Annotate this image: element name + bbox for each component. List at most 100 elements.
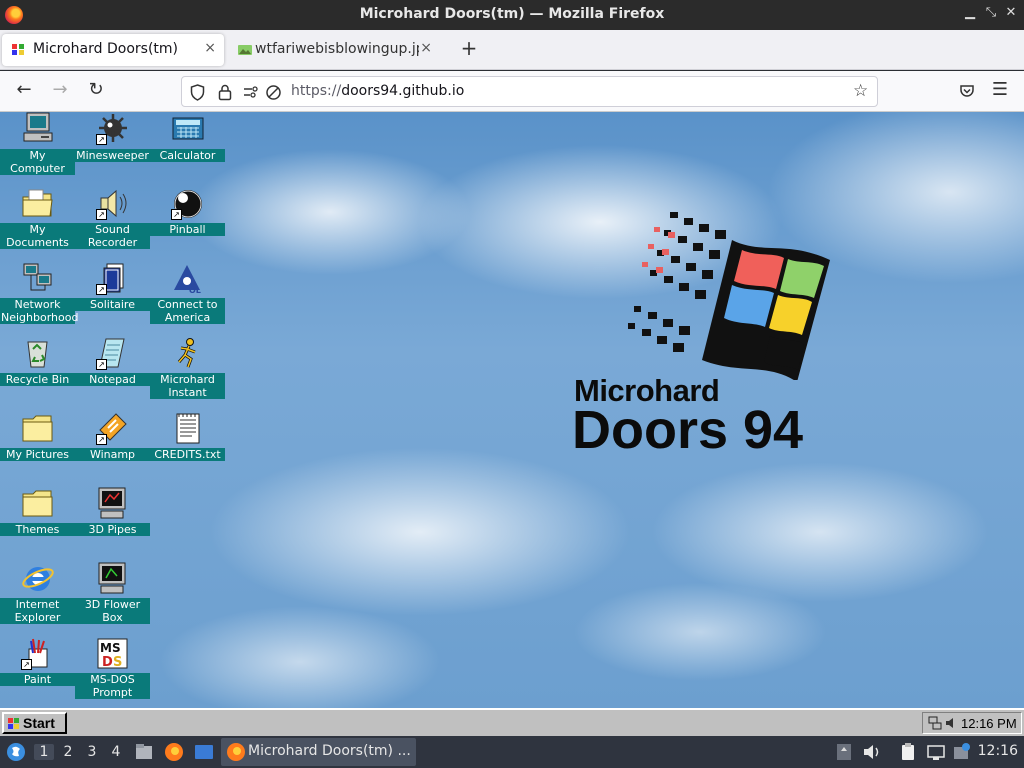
os-panel: 1 2 3 4 Microhard Doors(tm) ... 12:16 xyxy=(0,736,1024,768)
pocket-icon[interactable] xyxy=(955,83,979,99)
desktop-icon-credits[interactable]: CREDITS.txt xyxy=(150,412,225,484)
volume-icon[interactable] xyxy=(862,742,882,762)
running-man-icon xyxy=(177,338,196,368)
desktop-icon-pinball[interactable]: ↗ Pinball xyxy=(150,187,225,259)
desktop-icon-network-neighborhood[interactable]: Network Neighborhood xyxy=(0,262,78,334)
aol-icon: OL xyxy=(174,265,201,295)
menu-icon[interactable]: ☰ xyxy=(988,79,1012,100)
close-tab-icon[interactable]: × xyxy=(204,40,216,56)
desktop-icon-paint[interactable]: ↗ Paint xyxy=(0,637,75,708)
ms-dos-icon: MS D S xyxy=(97,638,128,670)
svg-text:S: S xyxy=(113,655,122,670)
logo-line2: Doors 94 xyxy=(572,400,804,460)
desktop-icon-winamp[interactable]: ↗ Winamp xyxy=(75,412,150,484)
panel-clock: 12:16 xyxy=(977,743,1018,759)
tab-microhard-doors[interactable]: Microhard Doors(tm) × xyxy=(2,34,224,66)
desktop-icon-sound-recorder[interactable]: ↗ Sound Recorder xyxy=(75,187,150,259)
doors-tab-icon xyxy=(12,44,24,55)
desktop-icon-minesweeper[interactable]: ↗ Minesweeper xyxy=(75,112,150,184)
tab-image[interactable]: wtfariwebisblowingup.jpe × xyxy=(228,34,440,66)
new-tab-button[interactable]: + xyxy=(458,36,480,60)
desktop-icon[interactable] xyxy=(194,742,214,762)
network-tray-icon[interactable] xyxy=(928,716,942,730)
tray-scroll-icon[interactable] xyxy=(834,742,854,762)
workspace-1[interactable]: 1 xyxy=(34,744,54,760)
image-tab-icon xyxy=(238,45,252,55)
forward-icon[interactable]: → xyxy=(48,79,72,100)
desktop-icon-my-computer[interactable]: My Computer xyxy=(0,112,75,184)
desktop-icon-solitaire[interactable]: ↗ Solitaire xyxy=(75,262,150,334)
monitor-icon xyxy=(98,487,126,519)
doors-flag-icon xyxy=(628,212,830,382)
folder-icon xyxy=(22,189,53,217)
desktop-icon-3d-flower-box[interactable]: 3D Flower Box xyxy=(75,562,150,634)
clipboard-icon[interactable] xyxy=(898,742,918,762)
shortcut-arrow-icon: ↗ xyxy=(96,359,107,370)
bookmark-star-icon[interactable]: ☆ xyxy=(853,81,868,101)
permissions-icon[interactable] xyxy=(242,84,262,101)
desktop-icon-recycle-bin[interactable]: Recycle Bin xyxy=(0,337,75,409)
close-window-icon[interactable]: ✕ xyxy=(1003,5,1019,20)
desktop-icon-calculator[interactable]: Calculator xyxy=(150,112,225,184)
desktop-icon-notepad[interactable]: ↗ Notepad xyxy=(75,337,150,409)
computer-icon xyxy=(23,112,53,142)
taskbar-task-firefox[interactable]: Microhard Doors(tm) ... xyxy=(221,738,416,766)
network-icon xyxy=(23,263,52,291)
notification-icon[interactable] xyxy=(952,742,972,762)
svg-text:MS: MS xyxy=(100,641,121,655)
desktop-icon-my-documents[interactable]: My Documents xyxy=(0,187,75,259)
window-titlebar: Microhard Doors(tm) — Mozilla Firefox ▁ … xyxy=(0,0,1024,30)
workspace-3[interactable]: 3 xyxy=(82,744,102,760)
desktop-icon-ms-dos-prompt[interactable]: MS D S MS-DOS Prompt xyxy=(75,637,150,708)
desktop-icon-internet-explorer[interactable]: Internet Explorer xyxy=(0,562,75,634)
desktop-icon-my-pictures[interactable]: My Pictures xyxy=(0,412,75,484)
desktop-icon-connect-to-america[interactable]: OL Connect to America xyxy=(150,262,225,334)
desktop-icon-microhard-instant[interactable]: Microhard Instant xyxy=(150,337,225,409)
tab-label: wtfariwebisblowingup.jpe xyxy=(255,41,419,57)
close-tab-icon[interactable]: × xyxy=(420,40,432,56)
doors-logo-icon xyxy=(8,718,19,729)
shield-icon[interactable] xyxy=(190,84,205,101)
volume-tray-icon[interactable] xyxy=(944,716,958,730)
tracking-protection-icon[interactable] xyxy=(265,84,282,101)
url-text[interactable]: https://doors94.github.io xyxy=(291,83,464,99)
shortcut-arrow-icon: ↗ xyxy=(21,659,32,670)
shortcut-arrow-icon: ↗ xyxy=(96,284,107,295)
workspace-2[interactable]: 2 xyxy=(58,744,78,760)
shortcut-arrow-icon: ↗ xyxy=(96,134,107,145)
doors94-logo: Microhard Doors 94 xyxy=(572,210,852,460)
calculator-icon xyxy=(172,117,204,140)
start-button[interactable]: Start xyxy=(2,712,67,734)
firefox-launcher-icon[interactable] xyxy=(164,742,184,762)
desktop-icon-themes[interactable]: Themes xyxy=(0,487,75,559)
recycle-bin-icon xyxy=(27,341,48,368)
back-icon[interactable]: ← xyxy=(12,79,36,100)
desktop-icon-3d-pipes[interactable]: 3D Pipes xyxy=(75,487,150,559)
app-menu-icon[interactable] xyxy=(6,742,26,762)
firefox-icon xyxy=(227,743,245,761)
shortcut-arrow-icon: ↗ xyxy=(171,209,182,220)
tab-strip: Microhard Doors(tm) × wtfariwebisblowing… xyxy=(0,30,1024,70)
internet-explorer-icon xyxy=(22,567,54,591)
restore-icon[interactable]: ⤡ xyxy=(983,5,999,20)
system-tray: 12:16 PM xyxy=(922,712,1022,734)
window-title: Microhard Doors(tm) — Mozilla Firefox xyxy=(359,6,665,22)
reload-icon[interactable]: ↻ xyxy=(84,79,108,100)
tab-label: Microhard Doors(tm) xyxy=(33,41,178,57)
lock-icon[interactable] xyxy=(218,84,232,101)
start-label: Start xyxy=(23,715,55,731)
doors-clock: 12:16 PM xyxy=(961,716,1017,731)
workspace-4[interactable]: 4 xyxy=(106,744,126,760)
svg-text:D: D xyxy=(102,655,113,670)
text-file-icon xyxy=(176,413,200,444)
doors-taskbar: Start 12:16 PM xyxy=(0,708,1024,736)
network-status-icon[interactable] xyxy=(926,742,946,762)
navigation-bar: ← → ↻ https://doors94.github.io ☆ ☰ xyxy=(0,71,1024,112)
minimize-icon[interactable]: ▁ xyxy=(962,5,978,20)
shortcut-arrow-icon: ↗ xyxy=(96,434,107,445)
file-manager-icon[interactable] xyxy=(134,742,154,762)
task-label: Microhard Doors(tm) ... xyxy=(248,743,411,759)
url-bar[interactable]: https://doors94.github.io ☆ xyxy=(181,76,878,107)
doors-desktop: My Computer My Documents Network Neighbo… xyxy=(0,112,1024,708)
shortcut-arrow-icon: ↗ xyxy=(96,209,107,220)
